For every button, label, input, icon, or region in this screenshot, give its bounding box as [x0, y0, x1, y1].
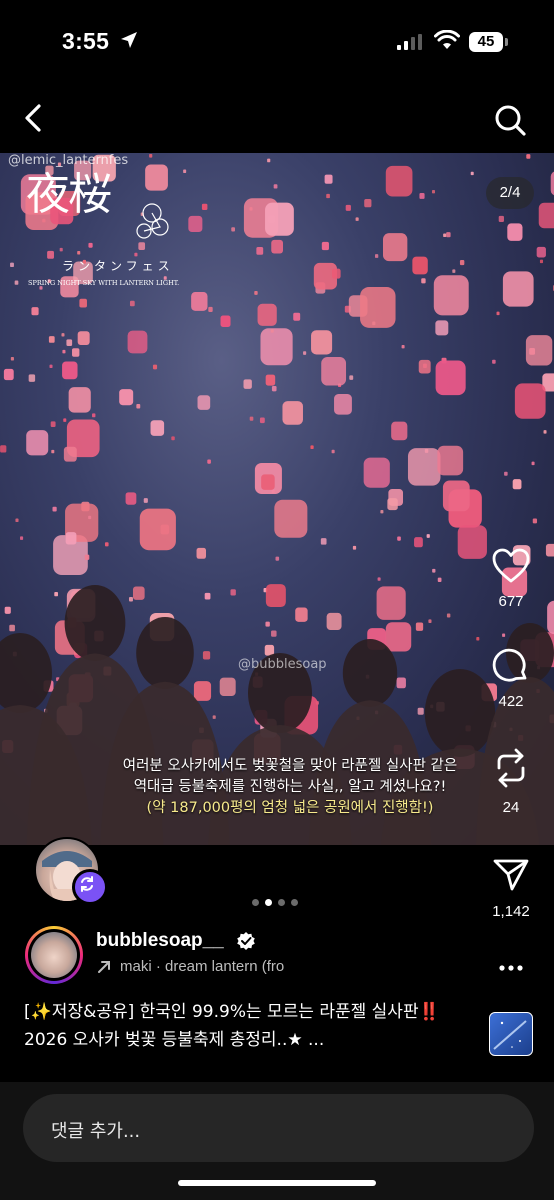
audio-title: maki · dream lantern (fro: [120, 958, 285, 975]
repost-icon[interactable]: [492, 746, 530, 790]
share-action[interactable]: 1,142: [482, 856, 540, 920]
author-avatar[interactable]: [25, 926, 83, 984]
caption-line-1: 여러분 오사카에서도 벚꽃철을 맞아 라푼젤 실사판 같은: [122, 758, 458, 774]
share-count: 1,142: [492, 903, 530, 920]
comment-icon[interactable]: [492, 648, 530, 684]
watermark-mid: @bubblesoap: [238, 657, 327, 672]
wifi-icon: [434, 30, 460, 49]
logo-kana: ランタンフェス: [62, 259, 174, 273]
send-icon[interactable]: [492, 856, 530, 894]
status-bar: 3:55 45: [0, 0, 554, 84]
carousel-dot: [278, 899, 285, 906]
repost-action[interactable]: 24: [482, 746, 540, 816]
audio-arrow-icon: [98, 961, 110, 973]
festival-logo: 夜桜 ランタンフェス SPRING NIGHT SKY WITH LANTERN…: [22, 171, 182, 291]
search-icon[interactable]: [490, 100, 530, 140]
top-nav: [0, 92, 554, 148]
carousel-counter: 2/4: [486, 177, 534, 209]
verified-icon: [237, 932, 255, 950]
logo-kanji: 夜桜: [26, 169, 112, 220]
comment-input[interactable]: 댓글 추가...: [23, 1094, 534, 1162]
home-indicator: [178, 1180, 376, 1186]
carousel-dots: [252, 899, 304, 907]
audio-attribution[interactable]: maki · dream lantern (fro: [96, 957, 326, 979]
battery-nub: [505, 38, 508, 46]
status-time: 3:55: [62, 28, 110, 54]
author-username[interactable]: bubblesoap__: [96, 930, 224, 952]
post-caption[interactable]: [✨저장&공유] 한국인 99.9%는 모르는 라푼젤 실사판‼️2026 오사…: [24, 998, 464, 1054]
comment-action[interactable]: 422: [482, 648, 540, 710]
more-icon[interactable]: [498, 958, 524, 978]
remix-icon: [72, 869, 108, 905]
like-count: 677: [498, 593, 524, 610]
media-caption: 여러분 오사카에서도 벚꽃철을 맞아 라푼젤 실사판 같은 역대급 등불축제를 …: [100, 756, 480, 819]
author-avatar-photo: [31, 932, 77, 978]
carousel-dot: [265, 899, 272, 906]
repost-count: 24: [502, 799, 520, 816]
battery-icon: 45: [469, 32, 509, 52]
caption-line-2: 역대급 등불축제를 진행하는 사실,, 알고 계셨나요?!: [133, 779, 447, 795]
cherry-blossom-icon: [136, 203, 169, 239]
heart-icon[interactable]: [492, 548, 530, 584]
comment-count: 422: [498, 693, 524, 710]
thumbnail-image: [493, 1020, 527, 1050]
signal-icon: [397, 34, 422, 50]
like-action[interactable]: 677: [482, 548, 540, 610]
battery-level: 45: [469, 32, 503, 52]
carousel-dot: [252, 899, 259, 906]
location-arrow-icon: [121, 32, 137, 48]
post-media[interactable]: @lemic_lanternfes 夜桜 ランタンフェス SPRING NIGH…: [0, 153, 554, 845]
logo-tagline: SPRING NIGHT SKY WITH LANTERN LIGHT.: [28, 279, 180, 287]
caption-line-3: (약 187,000평의 엄청 넓은 공원에서 진행함!): [146, 800, 434, 816]
watermark-top: @lemic_lanternfes: [8, 153, 129, 168]
comment-placeholder: 댓글 추가...: [51, 1121, 141, 1142]
caption-thumbnail[interactable]: [489, 1012, 533, 1056]
carousel-dot: [291, 899, 298, 906]
back-chevron-icon[interactable]: [16, 98, 52, 138]
